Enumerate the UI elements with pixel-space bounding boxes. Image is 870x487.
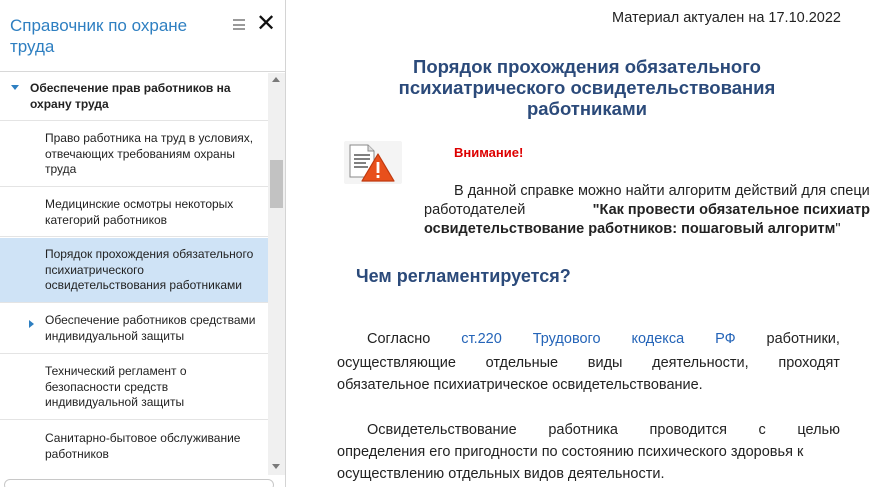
tree-item-label: Право работника на труд в условиях, отве… (45, 131, 254, 176)
tree-item-label: Порядок прохождения обязательного психиа… (45, 247, 254, 292)
paragraph-line: Согласно ст.220 Трудового кодекса РФ раб… (367, 330, 840, 349)
sidebar-scrollbar[interactable] (268, 73, 285, 475)
tree-item-psychiatric-exam[interactable]: Порядок прохождения обязательного психиа… (0, 238, 268, 303)
tree-nav: Обеспечение прав работников на охрану тр… (0, 73, 268, 475)
warning-text-line: работодателей "Как провести обязательное… (424, 201, 870, 220)
tree-item-label: Обеспечение работников средствами индиви… (45, 313, 256, 343)
section-heading: Чем регламентируется? (356, 266, 571, 286)
warning-text-line: В данной справке можно найти алгоритм де… (454, 183, 870, 199)
close-icon[interactable]: ✕ (256, 12, 276, 36)
page-title: Порядок прохождения обязательного психиа… (398, 56, 776, 119)
law-link[interactable]: РФ (715, 330, 736, 349)
tree-item-rights[interactable]: Обеспечение прав работников на охрану тр… (0, 73, 268, 121)
warning-link-title[interactable]: "Как провести обязательное психиатр (593, 201, 870, 220)
scroll-down-icon[interactable] (272, 464, 280, 469)
tree-item-label: Санитарно-бытовое обслуживание работнико… (45, 431, 241, 461)
tree-item-tech-regulation[interactable]: Технический регламент о безопасности сре… (0, 355, 268, 420)
sidebar: Справочник по охране труда ✕ Обеспечение… (0, 0, 286, 487)
tree-item-medical-exams[interactable]: Медицинские осмотры некоторых категорий … (0, 188, 268, 237)
tree-item-label: Обеспечение прав работников на охрану тр… (30, 81, 231, 111)
paragraph-line: осуществляющие отдельные виды деятельнос… (337, 355, 840, 371)
menu-icon[interactable] (233, 19, 245, 30)
paragraph-line: осуществлению отдельных видов деятельнос… (337, 466, 665, 482)
tree-item-label: Медицинские осмотры некоторых категорий … (45, 197, 234, 227)
paragraph-line: обязательное психиатрическое освидетельс… (337, 377, 703, 393)
tree-item-sanitary[interactable]: Санитарно-бытовое обслуживание работнико… (0, 421, 268, 475)
tree-item-work-conditions[interactable]: Право работника на труд в условиях, отве… (0, 122, 268, 187)
attention-label: Внимание! (454, 145, 524, 160)
caret-down-icon (11, 85, 19, 90)
paragraph-line: Освидетельствование работника проводится… (367, 422, 840, 438)
tree-item-label: Технический регламент о безопасности сре… (45, 364, 187, 409)
caret-right-icon[interactable] (29, 320, 34, 328)
horizontal-scrollbar[interactable] (4, 479, 274, 487)
scroll-up-icon[interactable] (272, 77, 280, 82)
warning-document-icon (344, 141, 402, 184)
law-link[interactable]: кодекса (632, 330, 685, 349)
sidebar-header: Справочник по охране труда ✕ (0, 0, 285, 72)
paragraph-line: определения его пригодности по состоянию… (337, 444, 804, 460)
tree-item-ppe[interactable]: Обеспечение работников средствами индиви… (0, 304, 268, 354)
warning-text-line: освидетельствование работников: пошаговы… (424, 221, 841, 237)
scroll-thumb[interactable] (270, 160, 283, 208)
law-link[interactable]: ст.220 (461, 330, 502, 349)
law-link[interactable]: Трудового (533, 330, 601, 349)
sidebar-title: Справочник по охране труда (10, 16, 188, 56)
document-area: Материал актуален на 17.10.2022 Порядок … (287, 0, 870, 487)
actual-date: Материал актуален на 17.10.2022 (611, 10, 841, 26)
